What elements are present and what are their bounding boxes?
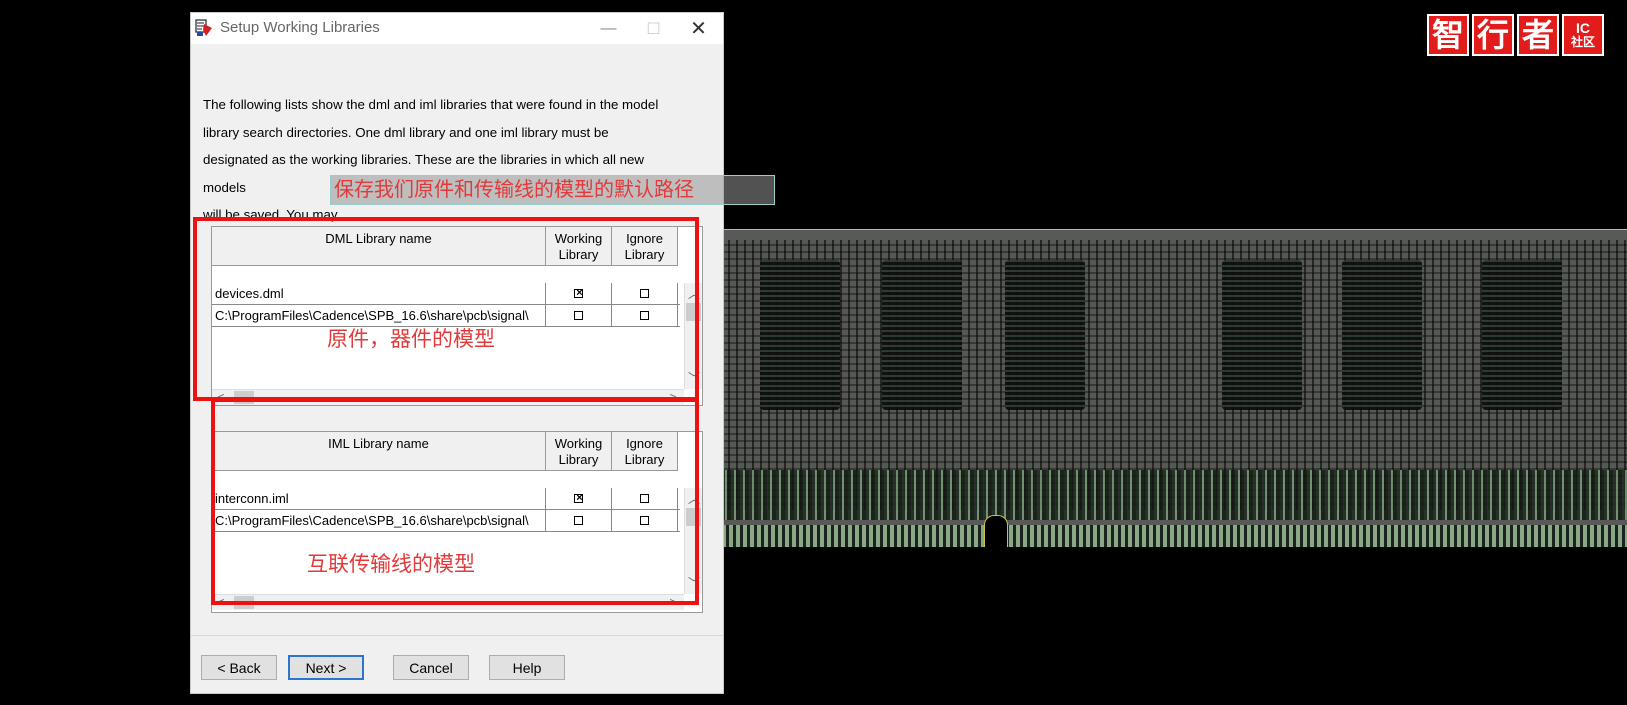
pcb-layout-view — [722, 229, 1627, 547]
annotation-default-path: 保存我们原件和传输线的模型的默认路径 — [330, 175, 775, 205]
annotation-interconnect-models: 互联传输线的模型 — [307, 553, 475, 576]
pcb-chip — [1222, 260, 1302, 410]
description-line: The following lists show the dml and iml… — [203, 97, 659, 112]
annotation-device-models: 原件，器件的模型 — [327, 328, 495, 351]
pcb-chip — [1482, 260, 1562, 410]
pcb-key-notch — [984, 515, 1008, 547]
app-icon — [195, 19, 212, 36]
pcb-chip — [1005, 260, 1085, 410]
close-button[interactable]: ✕ — [676, 13, 721, 44]
window-title: Setup Working Libraries — [220, 19, 380, 36]
cancel-button[interactable]: Cancel — [393, 655, 469, 680]
minimize-button[interactable]: — — [586, 13, 631, 44]
brand-logo: 智 行 者 IC 社区 — [1427, 14, 1604, 58]
dml-highlight-box — [193, 217, 699, 401]
back-button[interactable]: < Back — [201, 655, 277, 680]
logo-community-text: 社区 — [1570, 35, 1595, 50]
pcb-edge-connector — [722, 525, 1627, 547]
pcb-chip — [882, 260, 962, 410]
logo-ic-badge: IC 社区 — [1562, 14, 1604, 56]
logo-char: 智 — [1427, 14, 1469, 56]
pcb-chip — [760, 260, 840, 410]
description-line: library search directories. One dml libr… — [203, 124, 609, 140]
pcb-trace-band — [722, 470, 1627, 520]
logo-char: 者 — [1517, 14, 1559, 56]
maximize-button[interactable]: ☐ — [631, 13, 676, 44]
setup-working-libraries-dialog: Setup Working Libraries — ☐ ✕ The follow… — [190, 12, 775, 694]
pcb-chip — [1342, 260, 1422, 410]
description-text: The following lists show the dml and iml… — [203, 91, 683, 229]
logo-ic-text: IC — [1576, 20, 1590, 37]
help-button[interactable]: Help — [489, 655, 565, 680]
logo-char: 行 — [1472, 14, 1514, 56]
title-bar[interactable]: Setup Working Libraries — ☐ ✕ — [191, 13, 723, 44]
next-button[interactable]: Next > — [288, 655, 364, 680]
footer-divider — [191, 635, 723, 636]
